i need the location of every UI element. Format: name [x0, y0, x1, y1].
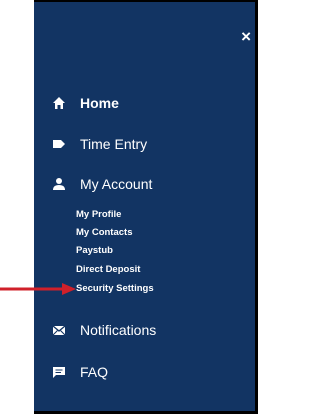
nav-label-my-account: My Account — [80, 176, 153, 192]
nav-item-faq[interactable]: FAQ — [52, 364, 108, 380]
subnav-item-paystub[interactable]: Paystub — [76, 245, 113, 256]
subnav-item-direct-deposit[interactable]: Direct Deposit — [76, 264, 140, 275]
subnav-item-security-settings[interactable]: Security Settings — [76, 283, 154, 294]
nav-item-my-account[interactable]: My Account — [52, 176, 152, 192]
side-menu-panel: × Home Time Entry My Account My Profile … — [34, 0, 258, 414]
nav-label-notifications: Notifications — [80, 322, 157, 338]
close-button[interactable]: × — [241, 28, 251, 45]
nav-label-home: Home — [80, 95, 119, 111]
pointer-arrow-icon — [0, 283, 76, 295]
chat-icon — [52, 365, 66, 379]
subnav-item-my-profile[interactable]: My Profile — [76, 209, 121, 220]
nav-item-time-entry[interactable]: Time Entry — [52, 136, 147, 152]
envelope-icon — [52, 323, 66, 337]
home-icon — [52, 96, 66, 110]
subnav-item-my-contacts[interactable]: My Contacts — [76, 227, 132, 238]
nav-item-notifications[interactable]: Notifications — [52, 322, 156, 338]
tag-icon — [52, 137, 66, 151]
nav-label-faq: FAQ — [80, 364, 109, 380]
user-icon — [52, 177, 66, 191]
nav-item-home[interactable]: Home — [52, 95, 119, 111]
nav-label-time-entry: Time Entry — [80, 136, 148, 152]
